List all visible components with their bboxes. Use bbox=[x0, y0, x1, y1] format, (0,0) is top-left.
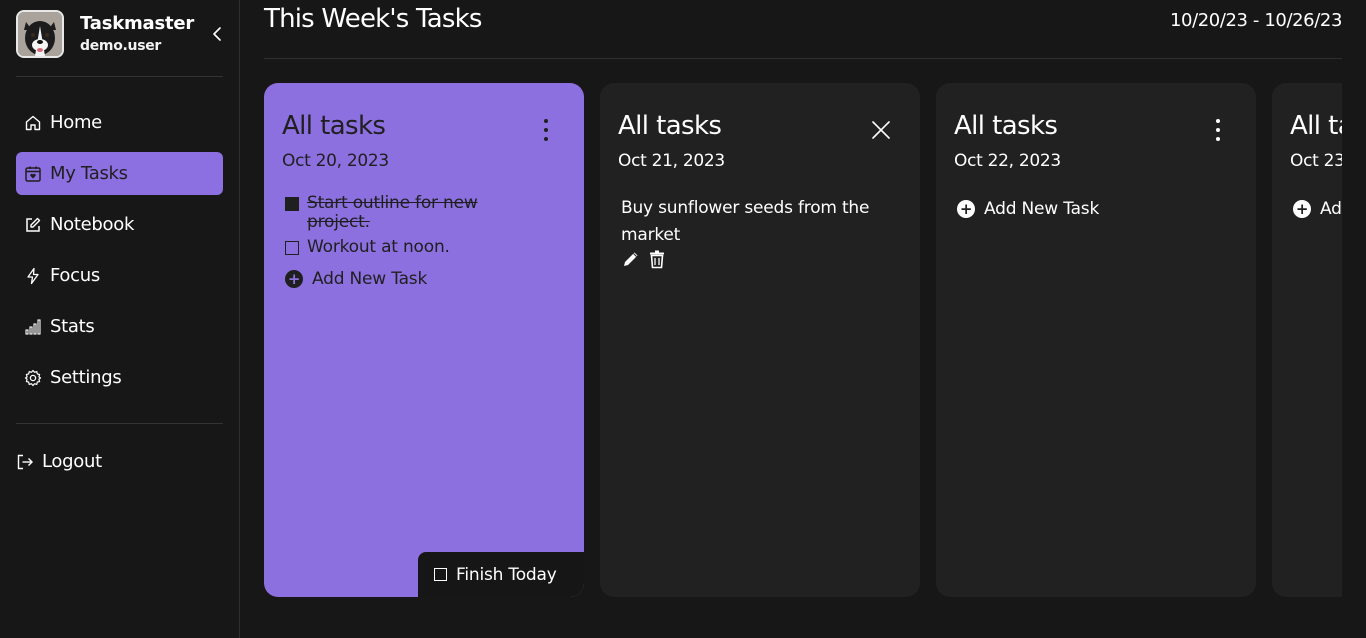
date-range: 10/20/23 - 10/26/23 bbox=[1169, 10, 1342, 31]
close-icon bbox=[872, 121, 890, 139]
sidebar-item-label: Notebook bbox=[50, 214, 135, 235]
card-date: Oct 20, 2023 bbox=[282, 151, 389, 171]
finish-checkbox bbox=[434, 568, 447, 581]
collapse-sidebar-button[interactable] bbox=[207, 24, 227, 44]
logout-icon bbox=[16, 453, 34, 471]
card-title: All tasks bbox=[954, 111, 1058, 141]
card-date: Oct 21, 2023 bbox=[618, 151, 725, 171]
add-task-button[interactable]: + Add New Task bbox=[957, 199, 1099, 219]
gear-icon bbox=[24, 369, 42, 387]
lightning-icon bbox=[24, 267, 42, 285]
avatar bbox=[16, 10, 64, 58]
more-vertical-icon bbox=[544, 119, 548, 123]
card-date: Oct 23, 2023 bbox=[1290, 151, 1342, 171]
home-icon bbox=[24, 114, 42, 132]
sidebar-item-label: Settings bbox=[50, 367, 122, 388]
sidebar-item-label: Focus bbox=[50, 265, 100, 286]
day-card: All tasks Oct 22, 2023 + Add New Task bbox=[936, 83, 1256, 597]
add-task-button[interactable]: + Add New Task bbox=[285, 269, 427, 289]
add-task-label: Add New Task bbox=[984, 199, 1100, 219]
card-date: Oct 22, 2023 bbox=[954, 151, 1061, 171]
plus-circle-icon: + bbox=[285, 270, 303, 288]
sidebar-item-label: My Tasks bbox=[50, 163, 128, 184]
day-card: All tasks Oct 23, 2023 + Add New Task bbox=[1272, 83, 1342, 597]
add-task-button[interactable]: + Add New Task bbox=[1293, 199, 1342, 219]
header-divider bbox=[264, 58, 1342, 59]
add-task-label: Add New Task bbox=[1320, 199, 1342, 219]
close-card-button[interactable] bbox=[870, 119, 892, 141]
sidebar-item-stats[interactable]: Stats bbox=[16, 305, 223, 348]
sidebar: Taskmaster demo.user Home My Tasks Noteb… bbox=[0, 0, 240, 638]
sidebar-item-my-tasks[interactable]: My Tasks bbox=[16, 152, 223, 195]
sidebar-item-notebook[interactable]: Notebook bbox=[16, 203, 223, 246]
task-text: Start outline for new project. bbox=[307, 193, 478, 232]
edit-icon bbox=[24, 216, 42, 234]
finish-label: Finish Today bbox=[456, 564, 557, 585]
profile: Taskmaster demo.user bbox=[16, 10, 223, 58]
logout-label: Logout bbox=[42, 451, 102, 472]
task-item: Workout at noon. bbox=[285, 238, 535, 257]
trash-icon[interactable] bbox=[647, 249, 667, 269]
logout-button[interactable]: Logout bbox=[8, 440, 215, 483]
card-title: All tasks bbox=[282, 111, 386, 141]
plus-circle-icon: + bbox=[1293, 200, 1311, 218]
sidebar-item-label: Stats bbox=[50, 316, 95, 337]
sidebar-divider bbox=[16, 76, 223, 77]
card-title: All tasks bbox=[618, 111, 722, 141]
sidebar-divider bbox=[16, 423, 223, 424]
card-menu-button[interactable] bbox=[1208, 119, 1228, 141]
card-title: All tasks bbox=[1290, 111, 1342, 141]
task-checkbox[interactable] bbox=[285, 197, 299, 211]
sidebar-item-focus[interactable]: Focus bbox=[16, 254, 223, 297]
sidebar-item-label: Home bbox=[50, 112, 102, 133]
username: demo.user bbox=[80, 38, 162, 54]
pencil-icon[interactable] bbox=[621, 249, 641, 269]
finish-today-button[interactable]: Finish Today bbox=[418, 552, 584, 597]
sidebar-item-home[interactable]: Home bbox=[16, 101, 223, 144]
day-card: All tasks Oct 20, 2023 Start outline for… bbox=[264, 83, 584, 597]
bar-chart-icon bbox=[24, 318, 42, 336]
add-task-label: Add New Task bbox=[312, 269, 428, 289]
chevron-left-icon bbox=[213, 27, 221, 41]
page-title: This Week's Tasks bbox=[264, 4, 482, 34]
task-text: Workout at noon. bbox=[307, 237, 450, 257]
task-item: Start outline for new project. bbox=[285, 194, 535, 232]
day-card: All tasks Oct 21, 2023 Buy sunflower see… bbox=[600, 83, 920, 597]
app-name: Taskmaster bbox=[80, 13, 195, 34]
plus-circle-icon: + bbox=[957, 200, 975, 218]
task-actions bbox=[621, 249, 667, 269]
task-checkbox[interactable] bbox=[285, 241, 299, 255]
calendar-heart-icon bbox=[24, 165, 42, 183]
task-board: All tasks Oct 20, 2023 Start outline for… bbox=[264, 83, 1342, 597]
card-menu-button[interactable] bbox=[536, 119, 556, 141]
sidebar-item-settings[interactable]: Settings bbox=[16, 356, 223, 399]
task-edit-text[interactable]: Buy sunflower seeds from the market bbox=[621, 195, 881, 249]
more-vertical-icon bbox=[1216, 119, 1220, 123]
